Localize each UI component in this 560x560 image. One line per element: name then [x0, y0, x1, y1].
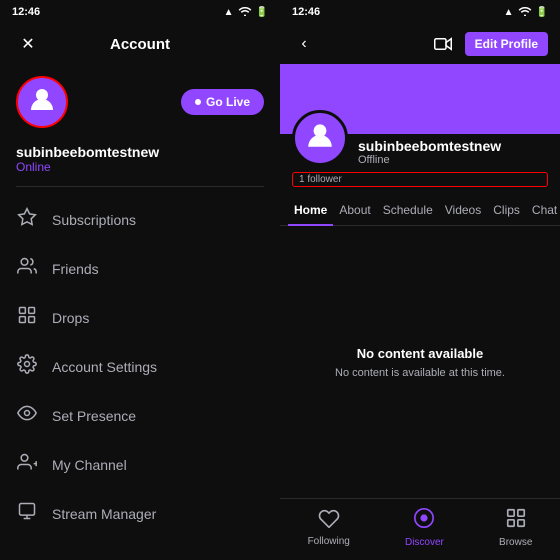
no-content-title: No content available	[357, 346, 483, 361]
right-status-bar: 12:46 ▲ 🔋	[280, 0, 560, 24]
menu-item-subscriptions[interactable]: Subscriptions	[0, 195, 280, 244]
go-live-button[interactable]: Go Live	[181, 89, 264, 115]
menu-item-drops[interactable]: Drops	[0, 293, 280, 342]
video-icon-button[interactable]	[429, 30, 457, 58]
subscriptions-label: Subscriptions	[52, 212, 136, 228]
bottom-nav: Following Discover Browse	[280, 498, 560, 560]
star-icon	[16, 207, 38, 232]
right-profile-info: subinbeebomtestnew Offline	[280, 110, 560, 166]
friends-icon	[16, 256, 38, 281]
right-status: Offline	[358, 154, 501, 166]
eye-icon	[16, 403, 38, 428]
left-menu-list: Subscriptions Friends	[0, 187, 280, 560]
profile-tabs: Home About Schedule Videos Clips Chat	[280, 195, 560, 226]
left-online-status: Online	[16, 160, 264, 174]
live-dot	[195, 99, 201, 105]
go-live-label: Go Live	[206, 95, 250, 109]
left-avatar	[16, 76, 68, 128]
left-battery-icon: 🔋	[256, 7, 268, 18]
left-header-title: Account	[110, 36, 170, 53]
heart-icon	[318, 508, 340, 534]
tab-videos[interactable]: Videos	[439, 195, 487, 225]
gear-icon	[16, 354, 38, 379]
right-avatar-icon	[304, 119, 336, 158]
left-avatar-icon	[27, 84, 57, 121]
menu-item-stream-manager[interactable]: Stream Manager	[0, 489, 280, 538]
edit-profile-button[interactable]: Edit Profile	[465, 32, 548, 56]
left-username: subinbeebomtestnew	[16, 144, 264, 160]
left-status-icons: ▲ 🔋	[224, 6, 268, 19]
menu-item-set-presence[interactable]: Set Presence	[0, 391, 280, 440]
nav-item-discover[interactable]: Discover	[405, 507, 444, 548]
right-battery-icon: 🔋	[536, 7, 548, 18]
browse-icon	[505, 507, 527, 535]
right-panel: 12:46 ▲ 🔋 ‹ Edit Profile	[280, 0, 560, 560]
menu-item-my-channel[interactable]: My Channel	[0, 440, 280, 489]
channel-icon	[16, 452, 38, 477]
no-content-subtitle: No content is available at this time.	[335, 367, 505, 379]
my-channel-label: My Channel	[52, 457, 127, 473]
right-time: 12:46	[292, 6, 320, 18]
tab-clips[interactable]: Clips	[487, 195, 526, 225]
left-username-section: subinbeebomtestnew Online	[0, 140, 280, 186]
drops-icon	[16, 305, 38, 330]
right-header-actions: Edit Profile	[429, 30, 548, 58]
tab-home[interactable]: Home	[288, 195, 333, 225]
friends-label: Friends	[52, 261, 99, 277]
left-time: 12:46	[12, 6, 40, 18]
stream-icon	[16, 501, 38, 526]
right-header: ‹ Edit Profile	[280, 24, 560, 64]
set-presence-label: Set Presence	[52, 408, 136, 424]
discover-icon	[413, 507, 435, 535]
left-profile-section: Go Live	[0, 64, 280, 140]
right-wifi-icon	[518, 6, 532, 19]
left-panel: 12:46 ▲ 🔋 ✕ Account	[0, 0, 280, 560]
nav-item-following[interactable]: Following	[308, 508, 350, 547]
menu-item-friends[interactable]: Friends	[0, 244, 280, 293]
back-button[interactable]: ‹	[292, 32, 316, 56]
account-settings-label: Account Settings	[52, 359, 157, 375]
right-username: subinbeebomtestnew	[358, 138, 501, 154]
left-status-bar: 12:46 ▲ 🔋	[0, 0, 280, 24]
close-button[interactable]: ✕	[16, 32, 40, 56]
nav-item-browse[interactable]: Browse	[499, 507, 532, 548]
left-alert-icon: ▲	[224, 7, 234, 18]
left-wifi-icon	[238, 6, 252, 19]
browse-label: Browse	[499, 537, 532, 548]
left-avatar-wrapper[interactable]	[16, 76, 68, 128]
right-alert-icon: ▲	[504, 7, 514, 18]
following-label: Following	[308, 536, 350, 547]
menu-item-account-settings[interactable]: Account Settings	[0, 342, 280, 391]
left-header: ✕ Account	[0, 24, 280, 64]
right-profile-text: subinbeebomtestnew Offline	[358, 138, 501, 166]
content-area: No content available No content is avail…	[280, 226, 560, 498]
right-status-icons: ▲ 🔋	[504, 6, 548, 19]
right-avatar	[292, 110, 348, 166]
discover-label: Discover	[405, 537, 444, 548]
follower-badge: 1 follower	[292, 172, 548, 187]
drops-label: Drops	[52, 310, 89, 326]
tab-chat[interactable]: Chat	[526, 195, 560, 225]
tab-about[interactable]: About	[333, 195, 376, 225]
tab-schedule[interactable]: Schedule	[377, 195, 439, 225]
stream-manager-label: Stream Manager	[52, 506, 156, 522]
